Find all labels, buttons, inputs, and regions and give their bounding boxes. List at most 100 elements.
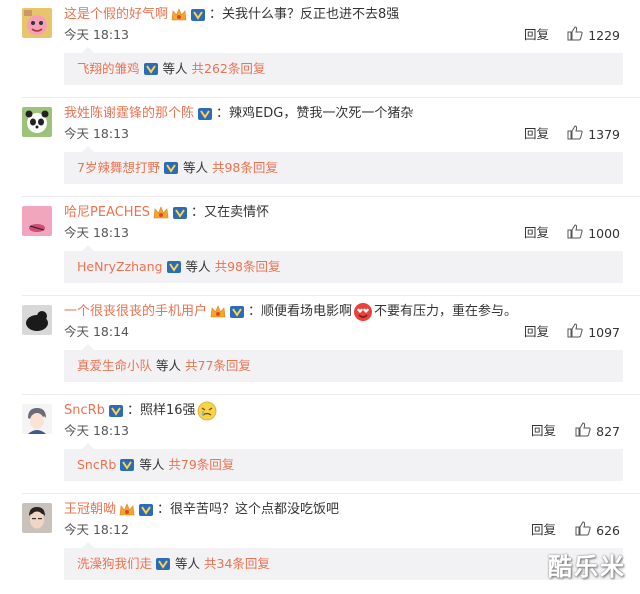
sub-reply-username[interactable]: HeNryZzhang xyxy=(77,251,163,283)
comment-item: 这是个假的好气啊 ： 关我什么事？反正也进不去8强 今天 18:13 回复 12… xyxy=(0,0,640,99)
like-button[interactable]: 1379 xyxy=(567,125,620,145)
comment-item: 王冠朝呦 ： 很辛苦吗？这个点都没吃饭吧 今天 18:12 回复 626 洗澡狗… xyxy=(0,495,640,594)
crying-face-emoji-icon xyxy=(197,401,217,421)
username-link[interactable]: 哈尼PEACHES xyxy=(64,203,150,223)
like-count: 827 xyxy=(596,424,620,439)
comment-colon: ： xyxy=(216,106,230,121)
reply-button[interactable]: 回复 xyxy=(531,521,556,539)
avatar[interactable] xyxy=(22,206,52,236)
comment-colon: ： xyxy=(157,502,171,517)
comment-time: 今天 18:12 xyxy=(64,522,129,537)
sub-reply-box[interactable]: HeNryZzhang 等人 共98条回复 xyxy=(64,245,623,283)
comment-item: SncRb ： 照样16强 今天 18:13 回复 827 SncRb 等人 共… xyxy=(0,396,640,495)
comment-time: 今天 18:13 xyxy=(64,225,129,240)
avatar[interactable] xyxy=(22,305,52,335)
divider xyxy=(22,196,640,197)
sub-reply-count[interactable]: 共34条回复 xyxy=(204,548,270,580)
sub-reply-box[interactable]: 飞翔的雏鸡 等人 共262条回复 xyxy=(64,47,623,85)
avatar[interactable] xyxy=(22,503,52,533)
vip-crown-icon xyxy=(153,206,169,220)
thumbs-up-icon xyxy=(567,125,588,145)
thumbs-up-icon xyxy=(567,323,588,343)
sub-reply-count[interactable]: 共262条回复 xyxy=(192,53,266,85)
sub-reply-box[interactable]: 真爱生命小队 等人 共77条回复 xyxy=(64,344,623,382)
reply-button[interactable]: 回复 xyxy=(524,323,549,341)
like-count: 1229 xyxy=(588,28,620,43)
comment-colon: ： xyxy=(248,304,262,319)
comment-colon: ： xyxy=(126,403,140,418)
like-button[interactable]: 1229 xyxy=(567,26,620,46)
username-link[interactable]: 这是个假的好气啊 xyxy=(64,5,168,25)
sub-reply-count[interactable]: 共98条回复 xyxy=(215,251,281,283)
sub-reply-count[interactable]: 共79条回复 xyxy=(168,449,234,481)
member-level-icon xyxy=(163,161,179,175)
sub-reply-username[interactable]: 真爱生命小队 xyxy=(77,350,152,382)
reply-button[interactable]: 回复 xyxy=(524,224,549,242)
comment-text-continued: 不要有压力，重在参与。 xyxy=(374,304,518,319)
comment-text: 关我什么事？反正也进不去8强 xyxy=(222,7,400,22)
member-level-icon xyxy=(166,260,182,274)
avatar[interactable] xyxy=(22,8,52,38)
sub-reply-username[interactable]: SncRb xyxy=(77,449,116,481)
vip-crown-icon xyxy=(210,305,226,319)
sub-reply-count[interactable]: 共77条回复 xyxy=(185,350,251,382)
comment-item: 我姓陈谢霆锋的那个陈 ： 辣鸡EDG，赞我一次死一个猪杂 今天 18:13 回复… xyxy=(0,99,640,198)
like-count: 1000 xyxy=(588,226,620,241)
sub-reply-box[interactable]: 洗澡狗我们走 等人 共34条回复 xyxy=(64,542,623,580)
sub-reply-suffix: 等人 xyxy=(182,160,208,175)
comment-text: 又在卖情怀 xyxy=(204,205,270,220)
comment-time: 今天 18:13 xyxy=(64,423,129,438)
thumbs-up-icon xyxy=(575,521,596,541)
reply-button[interactable]: 回复 xyxy=(524,26,549,44)
comment-item: 哈尼PEACHES ： 又在卖情怀 今天 18:13 回复 1000 HeNry… xyxy=(0,198,640,297)
reply-button[interactable]: 回复 xyxy=(531,422,556,440)
sub-reply-username[interactable]: 洗澡狗我们走 xyxy=(77,548,152,580)
sub-reply-suffix: 等人 xyxy=(162,61,188,76)
divider xyxy=(22,394,640,395)
like-button[interactable]: 1000 xyxy=(567,224,620,244)
username-link[interactable]: 王冠朝呦 xyxy=(64,500,116,520)
like-button[interactable]: 1097 xyxy=(567,323,620,343)
vip-crown-icon xyxy=(171,8,187,22)
sub-reply-box[interactable]: 7岁辣舞想打野 等人 共98条回复 xyxy=(64,146,623,184)
comment-time: 今天 18:13 xyxy=(64,27,129,42)
comment-text: 很辛苦吗？这个点都没吃饭吧 xyxy=(170,502,340,517)
member-level-icon xyxy=(229,305,245,319)
heart-eyes-emoji-icon xyxy=(353,302,373,322)
vip-crown-icon xyxy=(119,503,135,517)
avatar[interactable] xyxy=(22,107,52,137)
comment-time: 今天 18:14 xyxy=(64,324,129,339)
comment-text: 辣鸡EDG，赞我一次死一个猪杂 xyxy=(229,106,414,121)
sub-reply-suffix: 等人 xyxy=(156,358,182,373)
sub-reply-suffix: 等人 xyxy=(185,259,211,274)
username-link[interactable]: SncRb xyxy=(64,401,105,421)
like-button[interactable]: 827 xyxy=(575,422,620,442)
sub-reply-box[interactable]: SncRb 等人 共79条回复 xyxy=(64,443,623,481)
thumbs-up-icon xyxy=(567,26,588,46)
member-level-icon xyxy=(138,503,154,517)
member-level-icon xyxy=(197,107,213,121)
divider xyxy=(22,493,640,494)
watermark-logo: 酷乐米 xyxy=(548,553,626,581)
like-count: 1379 xyxy=(588,127,620,142)
sub-reply-username[interactable]: 飞翔的雏鸡 xyxy=(77,53,140,85)
reply-button[interactable]: 回复 xyxy=(524,125,549,143)
member-level-icon xyxy=(108,404,124,418)
comment-text: 照样16强 xyxy=(139,403,196,418)
comment-item: 一个很丧很丧的手机用户 ： 顺便看场电影啊 不要有压力，重在参与。 今天 18:… xyxy=(0,297,640,396)
username-link[interactable]: 一个很丧很丧的手机用户 xyxy=(64,302,207,322)
sub-reply-suffix: 等人 xyxy=(175,556,201,571)
member-level-icon xyxy=(190,8,206,22)
sub-reply-username[interactable]: 7岁辣舞想打野 xyxy=(77,152,160,184)
member-level-icon xyxy=(172,206,188,220)
comment-colon: ： xyxy=(209,7,223,22)
thumbs-up-icon xyxy=(575,422,596,442)
sub-reply-count[interactable]: 共98条回复 xyxy=(212,152,278,184)
like-button[interactable]: 626 xyxy=(575,521,620,541)
comment-colon: ： xyxy=(191,205,205,220)
username-link[interactable]: 我姓陈谢霆锋的那个陈 xyxy=(64,104,194,124)
divider xyxy=(22,295,640,296)
member-level-icon xyxy=(119,458,135,472)
avatar[interactable] xyxy=(22,404,52,434)
comment-text: 顺便看场电影啊 xyxy=(261,304,353,319)
